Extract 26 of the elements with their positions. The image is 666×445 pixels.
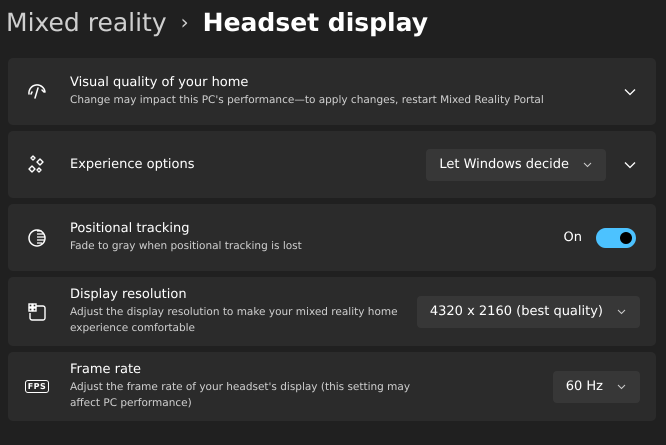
setting-description: Change may impact this PC's performance—to apply changes, restart Mixed Reality Portal [70,93,545,108]
dropdown[interactable]: 4320 x 2160 (best quality) [416,296,640,328]
setting-description: Adjust the frame rate of your headset's display (this setting may affect PC performance) [70,380,412,411]
chevron-down-icon [624,88,636,96]
setting-description: Fade to gray when positional tracking is lost [70,239,303,254]
dropdown[interactable]: 60 Hz [552,370,640,402]
toggle-state-label: On [564,230,582,245]
setting-title: Experience options [70,157,196,172]
contrast-icon [27,228,47,248]
chevron-down-icon [617,308,626,314]
setting-description: Adjust the display resolution to make your mixed reality home experience comfortable [70,305,399,336]
setting-title: Display resolution [70,287,188,302]
dropdown[interactable]: Let Windows decide [426,148,606,180]
setting-title: Frame rate [70,362,142,377]
breadcrumb-link[interactable]: Mixed reality [6,8,167,36]
gauge-icon [27,82,47,100]
chevron-down-icon [583,162,592,168]
setting-title: Visual quality of your home [70,75,250,90]
toggle-switch[interactable] [596,228,636,248]
fps-icon: FPS [24,380,50,393]
resolution-icon [27,302,47,322]
chevron-down-icon [624,160,636,168]
page-title: Headset display [202,8,428,36]
breadcrumb-separator: › [180,10,189,34]
chevron-down-icon [617,384,626,390]
setting-title: Positional tracking [70,221,191,236]
